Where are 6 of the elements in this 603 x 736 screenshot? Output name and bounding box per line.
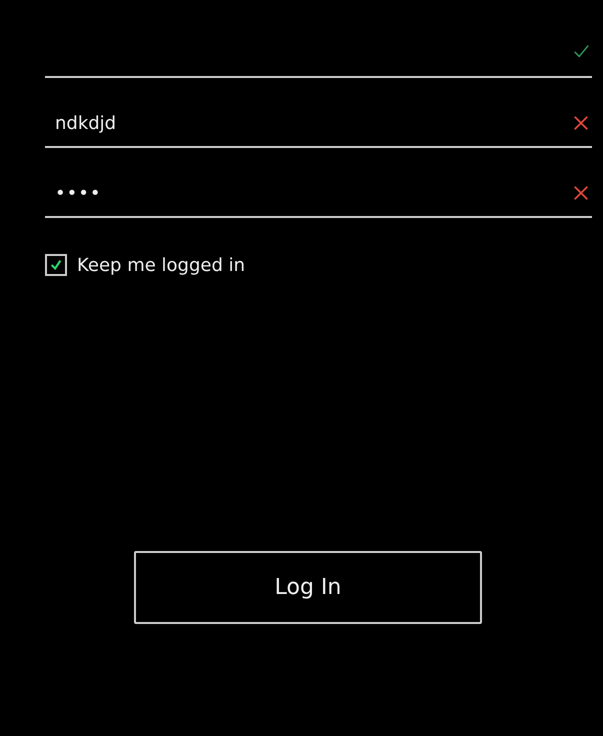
checkbox-label: Keep me logged in: [77, 254, 246, 276]
login-button[interactable]: Log In: [134, 551, 482, 624]
checkmark-icon: [49, 258, 63, 272]
checkbox[interactable]: [45, 254, 67, 276]
password-field[interactable]: ••••: [45, 170, 592, 218]
input-field[interactable]: ndkdjd: [45, 100, 592, 148]
